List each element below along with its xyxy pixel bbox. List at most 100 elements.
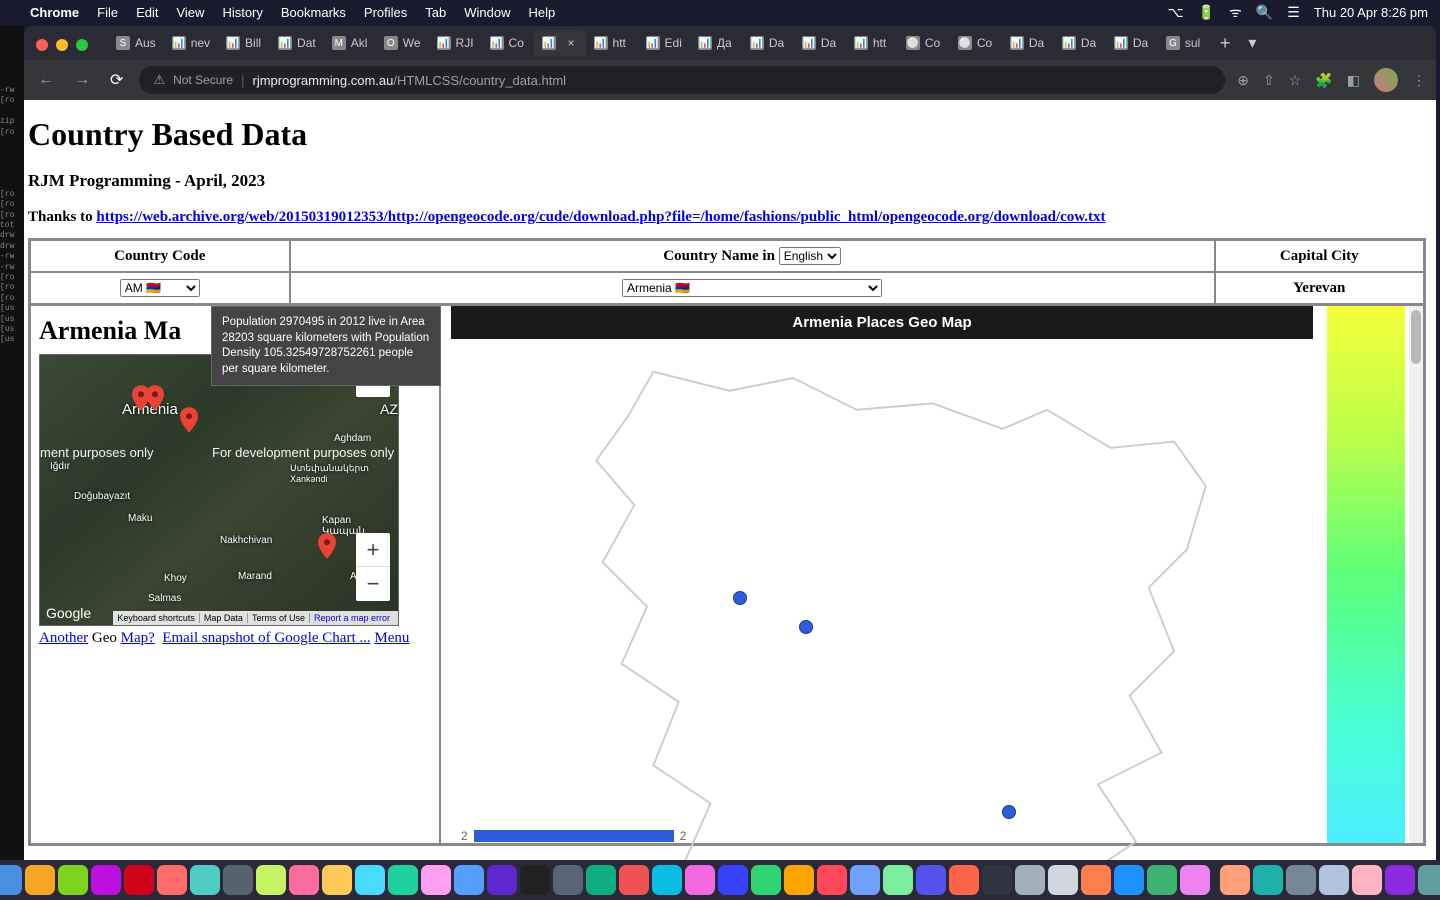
- browser-tab[interactable]: 📊×: [534, 30, 586, 56]
- menu-history[interactable]: History: [222, 5, 262, 20]
- profile-avatar[interactable]: [1374, 68, 1398, 92]
- chrome-menu-icon[interactable]: ⋮: [1412, 72, 1426, 89]
- window-close-button[interactable]: [36, 39, 48, 51]
- language-select[interactable]: English: [779, 247, 841, 265]
- link-menu[interactable]: Menu: [374, 630, 409, 646]
- battery-icon[interactable]: 🔋: [1198, 4, 1215, 21]
- dock-app-icon[interactable]: [1081, 865, 1111, 895]
- dock-app-icon[interactable]: [487, 865, 517, 895]
- side-panel-icon[interactable]: ◧: [1347, 72, 1360, 89]
- menu-tab[interactable]: Tab: [425, 5, 446, 20]
- browser-tab[interactable]: 📊Bill: [218, 30, 270, 56]
- browser-tab[interactable]: 📊Da: [742, 30, 794, 56]
- dock-app-icon[interactable]: [1286, 865, 1316, 895]
- wifi-icon[interactable]: ᯤ: [1229, 3, 1242, 22]
- menubar-app-name[interactable]: Chrome: [30, 5, 79, 20]
- browser-tab[interactable]: 📊Da: [794, 30, 846, 56]
- dock-app-icon[interactable]: [652, 865, 682, 895]
- dock-app-icon[interactable]: [784, 865, 814, 895]
- browser-tab[interactable]: 📊Да: [690, 30, 742, 56]
- dock-app-icon[interactable]: [355, 865, 385, 895]
- dock-app-icon[interactable]: [1220, 865, 1250, 895]
- dock-app-icon[interactable]: [1015, 865, 1045, 895]
- dock-app-icon[interactable]: [751, 865, 781, 895]
- bookmark-star-icon[interactable]: ☆: [1289, 72, 1302, 89]
- browser-tab[interactable]: 📊Da: [1106, 30, 1158, 56]
- dock-app-icon[interactable]: [916, 865, 946, 895]
- browser-tab[interactable]: ⚪Co: [950, 30, 1002, 56]
- dock-app-icon[interactable]: [685, 865, 715, 895]
- map-data-link[interactable]: Map Data: [204, 613, 248, 623]
- thanks-link[interactable]: https://web.archive.org/web/201503190123…: [96, 209, 1105, 225]
- window-minimize-button[interactable]: [56, 39, 68, 51]
- browser-tab[interactable]: SAus: [108, 30, 164, 56]
- new-tab-button[interactable]: +: [1210, 33, 1241, 54]
- browser-tab[interactable]: 📊Co: [482, 30, 534, 56]
- browser-tab[interactable]: 📊Dat: [270, 30, 324, 56]
- browser-tab[interactable]: 📊htt: [846, 30, 898, 56]
- bluetooth-icon[interactable]: ⌥: [1167, 4, 1183, 21]
- browser-tab[interactable]: Gsul: [1158, 30, 1210, 56]
- browser-tab[interactable]: 📊Da: [1002, 30, 1054, 56]
- menu-profiles[interactable]: Profiles: [364, 5, 407, 20]
- map-marker-icon[interactable]: [318, 533, 336, 559]
- dock-app-icon[interactable]: [1114, 865, 1144, 895]
- dock-app-icon[interactable]: [322, 865, 352, 895]
- dock-app-icon[interactable]: [190, 865, 220, 895]
- map-zoom-in-button[interactable]: +: [356, 533, 390, 567]
- browser-tab[interactable]: ⚪Co: [898, 30, 950, 56]
- geo-data-point[interactable]: [799, 620, 813, 634]
- dock-app-icon[interactable]: [553, 865, 583, 895]
- map-marker-icon[interactable]: [146, 385, 164, 411]
- browser-tab[interactable]: 📊htt: [586, 30, 638, 56]
- geo-data-point[interactable]: [733, 591, 747, 605]
- browser-tab[interactable]: 📊nev: [164, 30, 218, 56]
- dock-app-icon[interactable]: [223, 865, 253, 895]
- window-maximize-button[interactable]: [76, 39, 88, 51]
- url-field[interactable]: ⚠ Not Secure | rjmprogramming.com.au/HTM…: [139, 66, 1225, 94]
- dock-app-icon[interactable]: [1418, 865, 1440, 895]
- zoom-icon[interactable]: ⊕: [1237, 72, 1249, 89]
- spotlight-icon[interactable]: 🔍: [1256, 4, 1273, 21]
- tab-overflow-button[interactable]: ▾: [1240, 33, 1264, 53]
- dock-app-icon[interactable]: [256, 865, 286, 895]
- share-icon[interactable]: ⇧: [1263, 72, 1275, 89]
- control-center-icon[interactable]: ☰: [1287, 4, 1300, 21]
- dock-app-icon[interactable]: [454, 865, 484, 895]
- dock-app-icon[interactable]: [619, 865, 649, 895]
- browser-tab[interactable]: 📊Edi: [638, 30, 690, 56]
- dock-app-icon[interactable]: [58, 865, 88, 895]
- back-button[interactable]: ←: [34, 67, 58, 93]
- country-code-select[interactable]: AM 🇦🇲: [120, 279, 200, 297]
- dock-app-icon[interactable]: [388, 865, 418, 895]
- dock-app-icon[interactable]: [883, 865, 913, 895]
- dock-app-icon[interactable]: [1147, 865, 1177, 895]
- link-email-snapshot[interactable]: Email snapshot of Google Chart ...: [162, 630, 370, 646]
- menu-file[interactable]: File: [97, 5, 118, 20]
- browser-tab[interactable]: 📊RJI: [429, 30, 482, 56]
- dock-app-icon[interactable]: [25, 865, 55, 895]
- dock-app-icon[interactable]: [982, 865, 1012, 895]
- menu-view[interactable]: View: [176, 5, 204, 20]
- link-map[interactable]: Map?: [121, 630, 155, 646]
- dock-app-icon[interactable]: [718, 865, 748, 895]
- menu-bookmarks[interactable]: Bookmarks: [281, 5, 346, 20]
- dock-app-icon[interactable]: [520, 865, 550, 895]
- dock-app-icon[interactable]: [1319, 865, 1349, 895]
- map-keyboard-shortcuts[interactable]: Keyboard shortcuts: [117, 613, 200, 623]
- dock-app-icon[interactable]: [0, 865, 22, 895]
- menu-window[interactable]: Window: [464, 5, 510, 20]
- scrollbar-thumb[interactable]: [1411, 310, 1421, 364]
- browser-tab[interactable]: 📊Da: [1054, 30, 1106, 56]
- browser-tab[interactable]: OWe: [376, 30, 429, 56]
- browser-tab[interactable]: MAkl: [324, 30, 376, 56]
- map-marker-icon[interactable]: [180, 407, 198, 433]
- extensions-icon[interactable]: 🧩: [1315, 72, 1332, 89]
- forward-button[interactable]: →: [70, 67, 94, 93]
- menu-help[interactable]: Help: [529, 5, 556, 20]
- map-zoom-out-button[interactable]: −: [356, 567, 390, 601]
- map-report-error-link[interactable]: Report a map error: [314, 613, 394, 623]
- geo-chart[interactable]: [451, 339, 1313, 829]
- menubar-clock[interactable]: Thu 20 Apr 8:26 pm: [1314, 5, 1428, 20]
- dock-app-icon[interactable]: [157, 865, 187, 895]
